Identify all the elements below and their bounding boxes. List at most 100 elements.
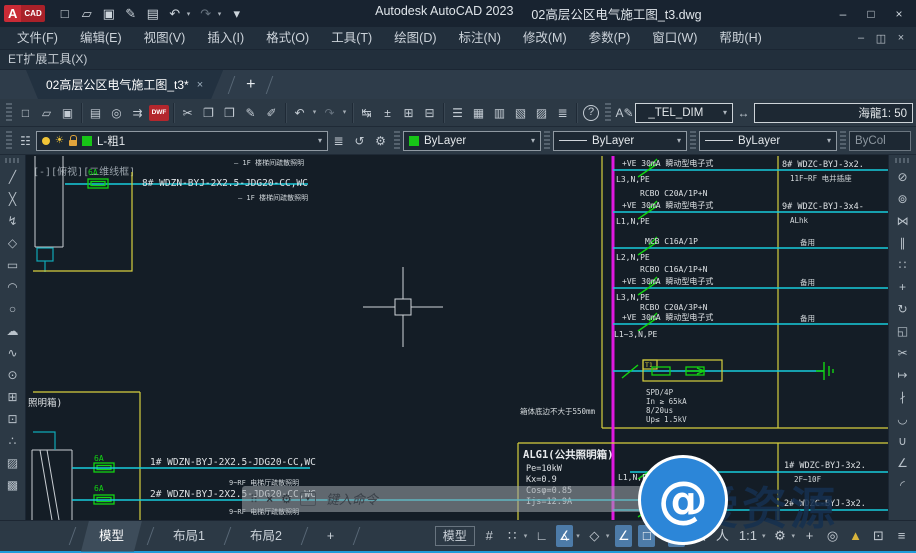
undo-dropdown-icon[interactable]: ▾: [310, 102, 319, 124]
lineweight-select[interactable]: ByLayer ▾: [699, 131, 837, 151]
command-close-icon[interactable]: ×: [266, 492, 273, 506]
object-snap-tracking-toggle[interactable]: ∠: [615, 525, 632, 547]
publish-button[interactable]: ⇉: [127, 102, 148, 124]
snap-toggle[interactable]: ∷: [504, 525, 521, 547]
fillet-button[interactable]: ◜: [892, 474, 914, 496]
menu-file[interactable]: 文件(F): [6, 27, 69, 49]
toolbar-grip[interactable]: [6, 103, 12, 123]
erase-button[interactable]: ⊘: [892, 166, 914, 188]
construction-line-button[interactable]: ╳: [2, 188, 24, 210]
drawing-canvas[interactable]: [-][俯视][二维线框] 6A 8# WDZN-BYJ-2X2.5-JDG20…: [26, 155, 888, 520]
save-button[interactable]: ▣: [57, 102, 78, 124]
pan-button[interactable]: ↹: [356, 102, 377, 124]
viewport-controls-label[interactable]: [-][俯视][二维线框]: [33, 165, 135, 178]
copy-button[interactable]: ⊚: [892, 188, 914, 210]
revision-cloud-button[interactable]: ☁: [2, 320, 24, 342]
match-properties-button[interactable]: ✎: [240, 102, 261, 124]
grid-toggle[interactable]: #: [481, 525, 498, 547]
help-button[interactable]: ?: [583, 105, 599, 121]
toolbar-grip[interactable]: [5, 158, 21, 163]
add-layout-button[interactable]: +: [313, 521, 348, 552]
undo-dropdown-icon[interactable]: ▾: [187, 10, 194, 18]
graphics-performance-toggle[interactable]: ▲: [847, 525, 864, 547]
plot-button[interactable]: ▤: [85, 102, 106, 124]
tab-close-icon[interactable]: ×: [197, 79, 203, 91]
snap-dropdown-icon[interactable]: ▾: [524, 532, 528, 540]
open-button[interactable]: ▱: [36, 102, 57, 124]
customization-toggle[interactable]: ≡: [893, 525, 910, 547]
text-style-button[interactable]: A✎: [614, 102, 635, 124]
markup-button[interactable]: ✐: [261, 102, 282, 124]
color-select[interactable]: ByLayer ▾: [403, 131, 541, 151]
insert-block-button[interactable]: ⊞: [2, 386, 24, 408]
polygon-button[interactable]: ◇: [2, 232, 24, 254]
maximize-button[interactable]: □: [858, 4, 884, 24]
save-as-button[interactable]: ✎: [121, 4, 141, 24]
menu-view[interactable]: 视图(V): [133, 27, 197, 49]
gradient-button[interactable]: ▩: [2, 474, 24, 496]
redo-dropdown-icon[interactable]: ▾: [340, 102, 349, 124]
file-tab-active[interactable]: 02高层公区电气施工图_t3* ×: [26, 70, 223, 99]
layer-select[interactable]: ☀ L-粗1 ▾: [36, 131, 328, 151]
zoom-realtime-button[interactable]: ±: [377, 102, 398, 124]
recent-commands-icon[interactable]: ▾: [300, 492, 316, 506]
redo-button[interactable]: ↷: [196, 4, 216, 24]
polar-tracking-dropdown-icon[interactable]: ▾: [576, 532, 580, 540]
autocad-logo-icon[interactable]: A CAD: [4, 0, 45, 27]
scale-button[interactable]: ◱: [892, 320, 914, 342]
layout-tab-布局1[interactable]: 布局1: [159, 521, 219, 552]
layer-previous-button[interactable]: ↺: [349, 130, 370, 152]
plot-style-select[interactable]: ByCol: [849, 131, 911, 151]
quick-calc-button[interactable]: ≣: [552, 102, 573, 124]
zoom-previous-button[interactable]: ⊟: [419, 102, 440, 124]
paste-button[interactable]: ❒: [219, 102, 240, 124]
extend-button[interactable]: ↦: [892, 364, 914, 386]
doc-minimize-button[interactable]: –: [854, 32, 868, 45]
circle-button[interactable]: ○: [2, 298, 24, 320]
toolbar-grip[interactable]: [895, 158, 911, 163]
cut-button[interactable]: ✂: [177, 102, 198, 124]
line-button[interactable]: ╱: [2, 166, 24, 188]
menu-parametric[interactable]: 参数(P): [578, 27, 642, 49]
isodraft-dropdown-icon[interactable]: ▾: [606, 532, 610, 540]
new-tab-button[interactable]: +: [240, 76, 261, 94]
properties-palette-button[interactable]: ☰: [447, 102, 468, 124]
export-dwf-button[interactable]: DWF: [149, 105, 169, 121]
model-space-view[interactable]: [-][俯视][二维线框] 6A 8# WDZN-BYJ-2X2.5-JDG20…: [26, 155, 888, 520]
markup-set-manager-button[interactable]: ▨: [531, 102, 552, 124]
menu-format[interactable]: 格式(O): [255, 27, 320, 49]
menu-help[interactable]: 帮助(H): [708, 27, 772, 49]
doc-restore-button[interactable]: ◫: [874, 32, 888, 45]
polar-tracking-toggle[interactable]: ∡: [556, 525, 573, 547]
plot-button[interactable]: ▤: [143, 4, 163, 24]
toolbar-grip[interactable]: [6, 131, 12, 151]
array-button[interactable]: ∷: [892, 254, 914, 276]
new-button[interactable]: □: [55, 4, 75, 24]
make-block-button[interactable]: ⊡: [2, 408, 24, 430]
menu-modify[interactable]: 修改(M): [512, 27, 578, 49]
save-button[interactable]: ▣: [99, 4, 119, 24]
menu-insert[interactable]: 插入(I): [196, 27, 255, 49]
mirror-button[interactable]: ⋈: [892, 210, 914, 232]
rotate-button[interactable]: ↻: [892, 298, 914, 320]
ellipse-button[interactable]: ⊙: [2, 364, 24, 386]
toolbar-grip[interactable]: [544, 131, 550, 151]
layer-settings-button[interactable]: ⚙: [370, 130, 391, 152]
menu-dimension[interactable]: 标注(N): [448, 27, 512, 49]
offset-button[interactable]: ∥: [892, 232, 914, 254]
ortho-toggle[interactable]: ∟: [533, 525, 550, 547]
command-grip-icon[interactable]: ⠿: [250, 493, 258, 506]
layout-tab-模型[interactable]: 模型: [81, 521, 142, 552]
rectangle-button[interactable]: ▭: [2, 254, 24, 276]
open-button[interactable]: ▱: [77, 4, 97, 24]
undo-button[interactable]: ↶: [165, 4, 185, 24]
arc-button[interactable]: ◠: [2, 276, 24, 298]
doc-close-button[interactable]: ×: [894, 32, 908, 45]
layer-properties-manager-button[interactable]: ☷: [15, 130, 36, 152]
command-line[interactable]: ⠿ × ⚙ ▾: [242, 486, 690, 512]
command-customize-icon[interactable]: ⚙: [281, 492, 292, 506]
layout-tab-布局2[interactable]: 布局2: [236, 521, 296, 552]
break-button[interactable]: ◡: [892, 408, 914, 430]
design-center-button[interactable]: ▦: [468, 102, 489, 124]
dim-update-button[interactable]: ↔: [733, 102, 754, 124]
